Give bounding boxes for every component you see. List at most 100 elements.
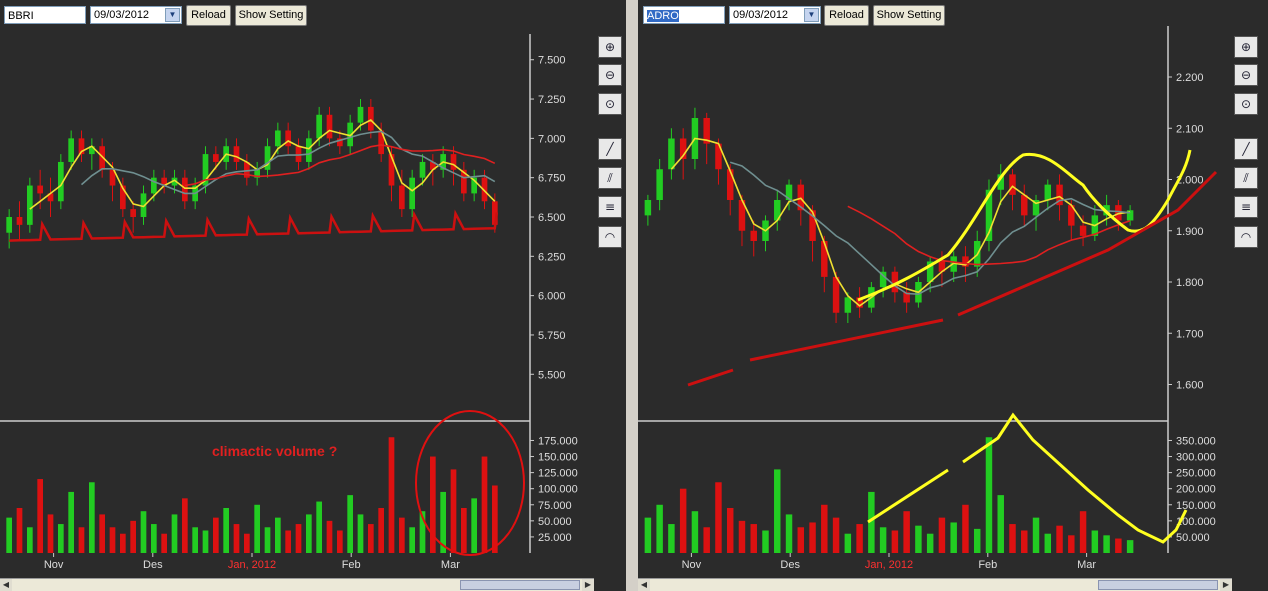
volume-tick-label: 350.000	[1176, 435, 1216, 447]
volume-bar	[316, 501, 323, 553]
line-tool-icon[interactable]: ╱	[1234, 138, 1258, 160]
volume-bar	[962, 504, 969, 553]
left-chart-panel: BBRI 09/03/2012 ▼ Reload Show Setting 7.…	[0, 0, 626, 591]
candle-body	[419, 161, 426, 178]
volume-bar	[821, 504, 828, 553]
volume-bar	[926, 533, 934, 553]
zoom-in-icon[interactable]: ⊕	[598, 36, 622, 58]
volume-bar	[450, 469, 457, 553]
candle-body	[832, 276, 840, 313]
volume-bar	[274, 517, 281, 553]
right-candlestick-chart: 2.2002.1002.0001.9001.8001.7001.600350.0…	[638, 26, 1218, 571]
x-tick-label: Des	[780, 559, 800, 571]
price-tick-label: 1.900	[1176, 226, 1204, 238]
trend-drawing-segment	[957, 170, 1218, 317]
volume-tick-label: 100.000	[538, 484, 578, 496]
arc-tool-icon[interactable]: ◠	[1234, 226, 1258, 248]
volume-bar	[233, 524, 240, 553]
candle-body	[398, 185, 405, 210]
price-tick-label: 6.500	[538, 212, 566, 224]
candle-body	[37, 185, 44, 194]
volume-tick-label: 50.000	[1176, 532, 1210, 544]
candle-body	[409, 177, 416, 210]
price-tick-label: 5.750	[538, 330, 566, 342]
candle-body	[357, 106, 364, 123]
volume-bar	[336, 530, 343, 553]
candle-body	[6, 217, 13, 233]
volume-bar	[254, 504, 261, 553]
volume-bar	[26, 527, 33, 553]
price-tick-label: 7.500	[538, 55, 566, 67]
scroll-left-icon[interactable]: ◀	[638, 579, 650, 591]
volume-bar	[57, 524, 64, 553]
volume-bar	[915, 525, 922, 553]
volume-bar	[109, 527, 116, 553]
zoom-reset-icon[interactable]: ⊙	[1234, 93, 1258, 115]
volume-bar	[243, 533, 250, 553]
zoom-reset-icon[interactable]: ⊙	[598, 93, 622, 115]
zoom-in-icon[interactable]: ⊕	[1234, 36, 1258, 58]
volume-bar	[99, 514, 106, 553]
scroll-right-icon[interactable]: ▶	[582, 579, 594, 591]
zoom-out-icon[interactable]: ⊖	[598, 64, 622, 86]
left-annotation-text: climactic volume ?	[212, 443, 338, 459]
price-tick-label: 7.250	[538, 94, 566, 106]
line-tool-icon[interactable]: ╱	[598, 138, 622, 160]
fan-tool-icon[interactable]: ⫽	[1234, 167, 1258, 189]
volume-tick-label: 150.000	[1176, 500, 1216, 512]
price-tick-label: 2.200	[1176, 72, 1204, 84]
volume-tick-label: 25.000	[538, 532, 572, 544]
volume-bar	[367, 524, 374, 553]
volume-bar	[460, 507, 467, 553]
right-horizontal-scrollbar[interactable]: ◀ ▶	[638, 578, 1232, 591]
candle-body	[326, 114, 333, 139]
left-scroll-thumb[interactable]	[460, 580, 580, 590]
volume-bar	[130, 520, 137, 553]
candle-body	[130, 209, 137, 217]
scroll-left-icon[interactable]: ◀	[0, 579, 12, 591]
fibonacci-tool-icon[interactable]: ≡	[1234, 196, 1258, 218]
scroll-right-icon[interactable]: ▶	[1220, 579, 1232, 591]
x-tick-label: Jan, 2012	[228, 559, 276, 571]
volume-bar	[691, 511, 699, 553]
volume-bar	[973, 528, 981, 553]
volume-bar	[1103, 535, 1110, 553]
volume-bar	[938, 517, 946, 553]
volume-bar	[357, 514, 364, 553]
right-scroll-thumb[interactable]	[1098, 580, 1218, 590]
volume-bar	[150, 524, 157, 553]
volume-bar	[181, 498, 188, 553]
zoom-out-icon[interactable]: ⊖	[1234, 64, 1258, 86]
price-tick-label: 1.800	[1176, 277, 1204, 289]
candle-body	[26, 185, 33, 225]
volume-bar	[347, 495, 354, 553]
x-tick-label: Nov	[682, 559, 702, 571]
volume-bar	[78, 527, 85, 553]
volume-bar	[326, 520, 333, 553]
volume-tick-label: 175.000	[538, 435, 578, 447]
volume-bar	[491, 485, 498, 553]
candle-body	[726, 169, 734, 200]
trend-drawing-segment	[749, 318, 944, 362]
volume-bar	[750, 524, 757, 553]
price-tick-label: 6.250	[538, 251, 566, 263]
x-tick-label: Mar	[1077, 559, 1096, 571]
volume-bar	[398, 517, 405, 553]
volume-bar	[1021, 530, 1028, 553]
price-tick-label: 2.100	[1176, 123, 1204, 135]
volume-bar	[140, 511, 147, 553]
x-tick-label: Feb	[978, 559, 997, 571]
candle-body	[656, 169, 663, 200]
fan-tool-icon[interactable]: ⫽	[598, 167, 622, 189]
volume-bar	[903, 511, 910, 553]
volume-bar	[202, 530, 209, 553]
left-candlestick-chart: 7.500 7.250 7.000 6.750 6.500 6.250 6.000 5.750…	[0, 34, 578, 571]
volume-bar	[37, 479, 44, 553]
fibonacci-tool-icon[interactable]: ≡	[598, 196, 622, 218]
volume-bar	[264, 527, 271, 553]
volume-tick-label: 50.000	[538, 516, 572, 528]
volume-bar	[656, 504, 663, 553]
arc-tool-icon[interactable]: ◠	[598, 226, 622, 248]
candle-body	[668, 138, 675, 170]
left-horizontal-scrollbar[interactable]: ◀ ▶	[0, 578, 594, 591]
